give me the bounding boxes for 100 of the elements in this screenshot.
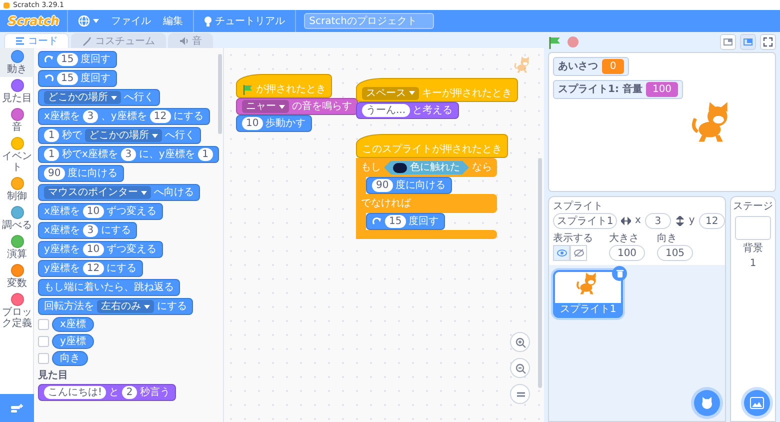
code-block[interactable]: 1 秒でx座標を 3 に、y座標を 1: [38, 146, 219, 163]
code-block[interactable]: x座標を 3 にする: [38, 222, 137, 239]
code-block[interactable]: どこかの場所 へ行く: [38, 89, 160, 106]
sprite-label: スプライト: [553, 201, 604, 213]
block-label: 歩動かす: [266, 116, 306, 131]
number-input[interactable]: 1: [44, 129, 59, 142]
code-block[interactable]: 15 度回す: [38, 51, 117, 68]
monitor-value: 0: [602, 59, 624, 74]
zoom-in-icon: [514, 336, 526, 348]
code-block[interactable]: マウスのポインター へ向ける: [38, 184, 200, 201]
monitor-value: 100: [646, 82, 678, 97]
zoom-in-button[interactable]: [510, 332, 530, 352]
code-block[interactable]: y座標を 10 ずつ変える: [38, 241, 163, 258]
code-block[interactable]: 1 秒で どこかの場所 へ行く: [38, 127, 201, 144]
block-label: 度回す: [80, 52, 111, 67]
category-button[interactable]: 制御: [0, 175, 34, 204]
code-block[interactable]: x座標を 10 ずつ変える: [38, 203, 163, 220]
category-button[interactable]: イベント: [0, 135, 34, 175]
x-position-field[interactable]: 3: [644, 213, 671, 229]
block-label: ずつ変える: [106, 204, 157, 219]
dropdown-menu[interactable]: ニャー: [242, 100, 289, 113]
number-input[interactable]: 10: [82, 243, 104, 256]
number-input[interactable]: 15: [385, 215, 406, 228]
language-button[interactable]: [76, 15, 102, 27]
backdrop-thumbnail[interactable]: [735, 216, 771, 240]
code-block[interactable]: こんにちは! と 2 秒言う: [38, 384, 176, 401]
direction-field[interactable]: 105: [657, 245, 693, 261]
start-button[interactable]: [548, 36, 561, 48]
block-label: へ行く: [124, 91, 154, 105]
eye-slash-icon: [574, 249, 584, 257]
number-input[interactable]: 3: [82, 224, 98, 237]
number-input[interactable]: 15: [57, 53, 78, 66]
caret-icon: [144, 304, 150, 308]
checkbox[interactable]: [38, 336, 49, 347]
checkbox[interactable]: [38, 353, 49, 364]
text-input[interactable]: こんにちは!: [44, 386, 106, 399]
number-input[interactable]: 12: [150, 110, 171, 123]
code-block[interactable]: ニャー の音を鳴らす: [236, 98, 358, 115]
block-label: にする: [106, 262, 137, 276]
number-input[interactable]: 10: [82, 205, 104, 218]
stop-button[interactable]: [567, 36, 579, 48]
y-position-field[interactable]: 12: [698, 213, 725, 229]
category-button[interactable]: 見た目: [0, 77, 34, 106]
small-stage-button[interactable]: [720, 34, 736, 50]
add-extension-button[interactable]: [0, 394, 34, 422]
dropdown-menu[interactable]: どこかの場所: [85, 129, 162, 142]
category-button[interactable]: 調べる: [0, 204, 34, 233]
code-block[interactable]: 回転方法を 左右のみ にする: [38, 298, 193, 315]
sprite-drawing: [514, 56, 532, 74]
block-label: もし: [361, 161, 381, 175]
category-button[interactable]: ブロック定義: [0, 291, 34, 331]
code-block[interactable]: x座標を 3 、y座標を 12 にする: [38, 108, 210, 125]
dropdown-menu[interactable]: 左右のみ: [97, 300, 154, 313]
block-label: 秒で: [62, 128, 82, 143]
speaker-icon: [179, 36, 189, 46]
checkbox[interactable]: [38, 319, 49, 330]
number-input[interactable]: 1: [44, 148, 59, 161]
number-input[interactable]: 3: [82, 110, 98, 123]
zoom-out-button[interactable]: [510, 358, 530, 378]
sprite-name-field[interactable]: スプライト1: [553, 213, 617, 229]
number-input[interactable]: 2: [122, 386, 138, 399]
hide-button[interactable]: [570, 245, 587, 261]
size-label: 大きさ: [609, 233, 640, 245]
category-button[interactable]: 音: [0, 106, 34, 135]
code-block[interactable]: 90 度に向ける: [366, 177, 452, 194]
scrollbar[interactable]: [538, 158, 542, 388]
code-block[interactable]: 15 度回す: [366, 213, 445, 230]
code-block[interactable]: 15 度回す: [38, 70, 117, 87]
block-label: 度に向ける: [68, 166, 118, 181]
code-block[interactable]: 10 歩動かす: [236, 115, 312, 132]
number-input[interactable]: 15: [57, 72, 78, 85]
category-button[interactable]: 動き: [0, 48, 34, 77]
fullscreen-button[interactable]: [760, 34, 776, 50]
category-button[interactable]: 演算: [0, 233, 34, 262]
reset-zoom-button[interactable]: [510, 384, 530, 404]
number-input[interactable]: 90: [44, 167, 65, 180]
block-label: ずつ変える: [106, 242, 157, 257]
size-field[interactable]: 100: [609, 245, 645, 261]
caret-icon: [141, 190, 147, 194]
text-input[interactable]: うーん...: [362, 104, 410, 117]
number-input[interactable]: 12: [82, 262, 104, 275]
block-label: の音を鳴らす: [292, 100, 352, 114]
number-input[interactable]: 3: [120, 148, 136, 161]
number-input[interactable]: 90: [372, 179, 393, 192]
number-input[interactable]: 1: [198, 148, 213, 161]
category-button[interactable]: 変数: [0, 262, 34, 291]
code-block[interactable]: y座標を 12 にする: [38, 260, 143, 277]
code-block[interactable]: 90 度に向ける: [38, 165, 124, 182]
code-block[interactable]: うーん... と考える: [356, 102, 459, 119]
show-button[interactable]: [553, 245, 570, 261]
if-else-block[interactable]: もし 色に触れた なら 90 度に向ける でなければ 15 度回す: [356, 158, 497, 239]
delete-button[interactable]: [612, 266, 627, 281]
lightbulb-icon: [204, 16, 212, 26]
number-input[interactable]: 10: [242, 117, 263, 130]
block-label: y座標を: [44, 262, 80, 276]
block-label: と考える: [412, 104, 453, 118]
color-swatch[interactable]: [393, 162, 407, 172]
dropdown-menu[interactable]: どこかの場所: [44, 91, 121, 104]
dropdown-menu[interactable]: マウスのポインター: [44, 186, 151, 199]
caret-icon: [152, 134, 158, 138]
